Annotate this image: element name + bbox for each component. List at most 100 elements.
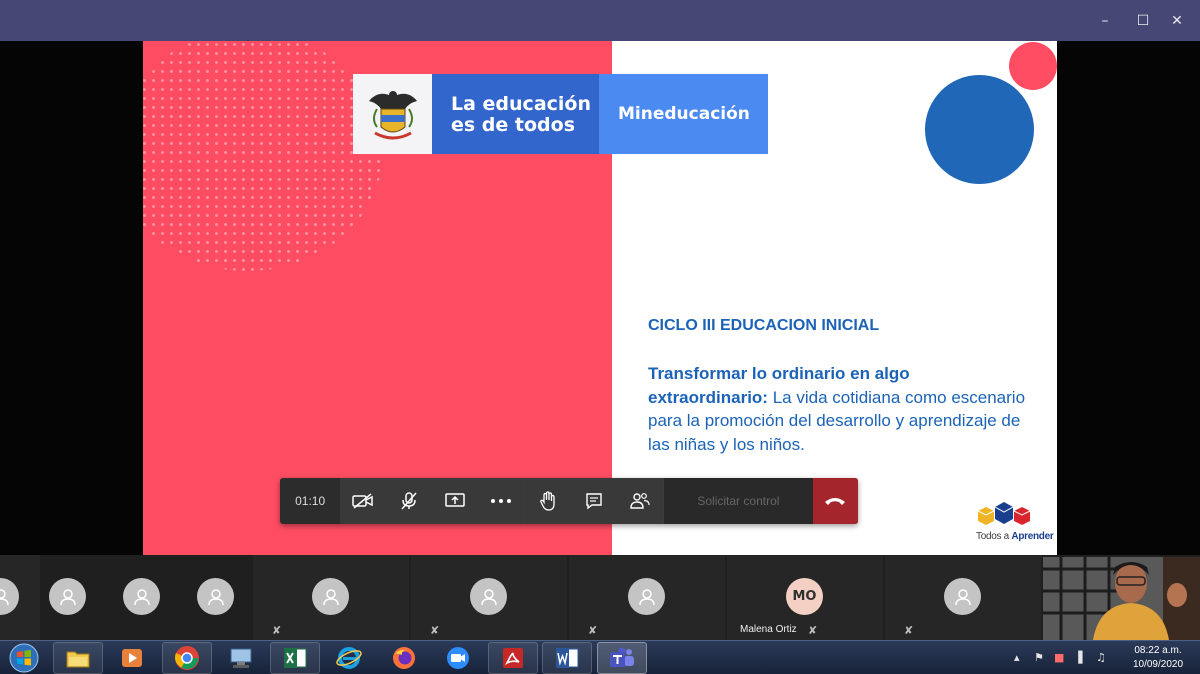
- system-tray: ▴ ⚑ ■ ▐ ♫: [1010, 641, 1120, 674]
- muted-mic-icon: ✘: [430, 624, 440, 637]
- chrome-icon: [175, 646, 199, 670]
- dot-pattern: [143, 41, 383, 271]
- minimize-icon: –: [1101, 12, 1109, 29]
- participant-avatar-icon: [123, 578, 160, 615]
- participant-avatar-icon: [0, 578, 19, 615]
- pink-circle-decoration: [1009, 42, 1057, 90]
- muted-mic-icon: ✘: [808, 624, 818, 637]
- close-button[interactable]: ✕: [1154, 0, 1200, 41]
- participant-tile[interactable]: [0, 555, 40, 640]
- call-timer: 01:10: [295, 494, 326, 508]
- participant-avatar-icon: [470, 578, 507, 615]
- raise-hand-icon: [540, 491, 555, 511]
- participant-tile[interactable]: ✘: [253, 555, 409, 640]
- excel-icon: [284, 648, 307, 668]
- blue-circle-decoration: [925, 75, 1034, 184]
- taskbar-chrome[interactable]: [162, 642, 212, 674]
- interaction-controls: [525, 478, 664, 524]
- muted-mic-icon: ✘: [588, 624, 598, 637]
- meeting-control-bar: 01:10 Solicitar control: [280, 478, 858, 524]
- more-options-button[interactable]: [478, 478, 524, 524]
- taskbar-explorer[interactable]: [53, 642, 103, 674]
- taskbar-internet-explorer[interactable]: [324, 642, 374, 674]
- slide-heading: CICLO III EDUCACION INICIAL: [648, 317, 880, 334]
- show-hidden-icons-icon[interactable]: ▴: [1014, 651, 1020, 664]
- mic-off-icon: [401, 492, 417, 510]
- taskbar-firefox[interactable]: [379, 642, 429, 674]
- participant-avatar-icon: [197, 578, 234, 615]
- coat-of-arms-icon: [353, 74, 432, 154]
- chat-icon: [586, 493, 602, 510]
- taskbar-clock[interactable]: 08:22 a.m. 10/09/2020: [1120, 644, 1196, 672]
- windows-logo-icon: [9, 643, 39, 673]
- volume-icon[interactable]: ♫: [1096, 651, 1106, 664]
- taskbar-media-player[interactable]: [107, 642, 157, 674]
- participant-tile[interactable]: ✘: [569, 555, 725, 640]
- close-icon: ✕: [1171, 12, 1183, 29]
- taskbar-excel[interactable]: [270, 642, 320, 674]
- taskbar-teams[interactable]: [597, 642, 647, 674]
- signal-strength-icon[interactable]: ▐: [1074, 651, 1082, 664]
- share-screen-button[interactable]: [432, 478, 478, 524]
- hang-up-icon: [825, 498, 846, 505]
- acrobat-icon: [503, 648, 523, 668]
- participant-tile-malena-ortiz[interactable]: MO Malena Ortiz ✘: [727, 555, 883, 640]
- start-button[interactable]: [4, 642, 44, 674]
- participants-icon: [630, 493, 650, 509]
- mic-toggle-button[interactable]: [386, 478, 432, 524]
- share-screen-icon: [445, 493, 466, 507]
- teams-icon: [610, 647, 634, 667]
- clock-date: 10/09/2020: [1132, 659, 1184, 670]
- participant-avatar: MO: [786, 578, 823, 615]
- media-player-icon: [122, 649, 142, 667]
- taskbar-acrobat[interactable]: [488, 642, 538, 674]
- maximize-icon: ☐: [1136, 12, 1150, 29]
- todos-a-aprender-wordmark: Todos a Aprender: [976, 531, 1054, 542]
- banner-slogan: La educación es de todos: [432, 74, 599, 154]
- self-video-preview[interactable]: [1043, 557, 1200, 640]
- slide-body: Transformar lo ordinario en algo extraor…: [648, 362, 1028, 456]
- muted-mic-icon: ✘: [904, 624, 914, 637]
- participant-tile[interactable]: [40, 555, 100, 640]
- antivirus-icon[interactable]: ■: [1054, 651, 1064, 664]
- taskbar-word[interactable]: [542, 642, 592, 674]
- banner-ministry: Mineducación: [599, 74, 768, 154]
- request-control-button[interactable]: Solicitar control: [664, 478, 813, 524]
- wordmark-name: Aprender: [1011, 531, 1054, 542]
- banner-slogan-line1: La educación: [451, 93, 591, 115]
- participant-tile[interactable]: [180, 555, 252, 640]
- government-banner: La educación es de todos Mineducación: [353, 74, 768, 154]
- participant-tile[interactable]: ✘: [885, 555, 1041, 640]
- muted-mic-icon: ✘: [272, 624, 282, 637]
- banner-slogan-line2: es de todos: [451, 114, 576, 136]
- windows-taskbar: ▴ ⚑ ■ ▐ ♫ 08:22 a.m. 10/09/2020: [0, 640, 1200, 674]
- teams-meeting-window: – ☐ ✕ La educación es de todos Mineducac…: [0, 0, 1200, 674]
- hang-up-button[interactable]: [812, 478, 858, 524]
- participant-avatar-icon: [312, 578, 349, 615]
- zoom-icon: [447, 647, 469, 669]
- participants-button[interactable]: [617, 478, 663, 524]
- participant-avatar-icon: [628, 578, 665, 615]
- more-icon: [491, 499, 512, 503]
- participant-avatar-icon: [944, 578, 981, 615]
- taskbar-network-app[interactable]: [216, 642, 266, 674]
- wordmark-prefix: Todos a: [976, 531, 1012, 542]
- media-controls: [340, 478, 525, 524]
- taskbar-zoom[interactable]: [433, 642, 483, 674]
- network-icon: [230, 648, 252, 668]
- participant-strip: ✘ ✘ ✘ MO Malena Ortiz ✘ ✘: [0, 555, 1200, 640]
- chat-button[interactable]: [571, 478, 617, 524]
- title-bar: – ☐ ✕: [0, 0, 1200, 41]
- word-icon: [556, 648, 579, 668]
- clock-time: 08:22 a.m.: [1134, 645, 1182, 656]
- camera-toggle-button[interactable]: [340, 478, 386, 524]
- participant-name: Malena Ortiz: [740, 624, 797, 635]
- self-video-frame: [1043, 557, 1200, 640]
- action-center-flag-icon[interactable]: ⚑: [1034, 651, 1044, 664]
- video-off-icon: [352, 493, 374, 509]
- participant-tile[interactable]: ✘: [411, 555, 567, 640]
- raise-hand-button[interactable]: [525, 478, 571, 524]
- explorer-icon: [66, 651, 90, 668]
- participant-tile[interactable]: [100, 555, 180, 640]
- firefox-icon: [393, 647, 415, 669]
